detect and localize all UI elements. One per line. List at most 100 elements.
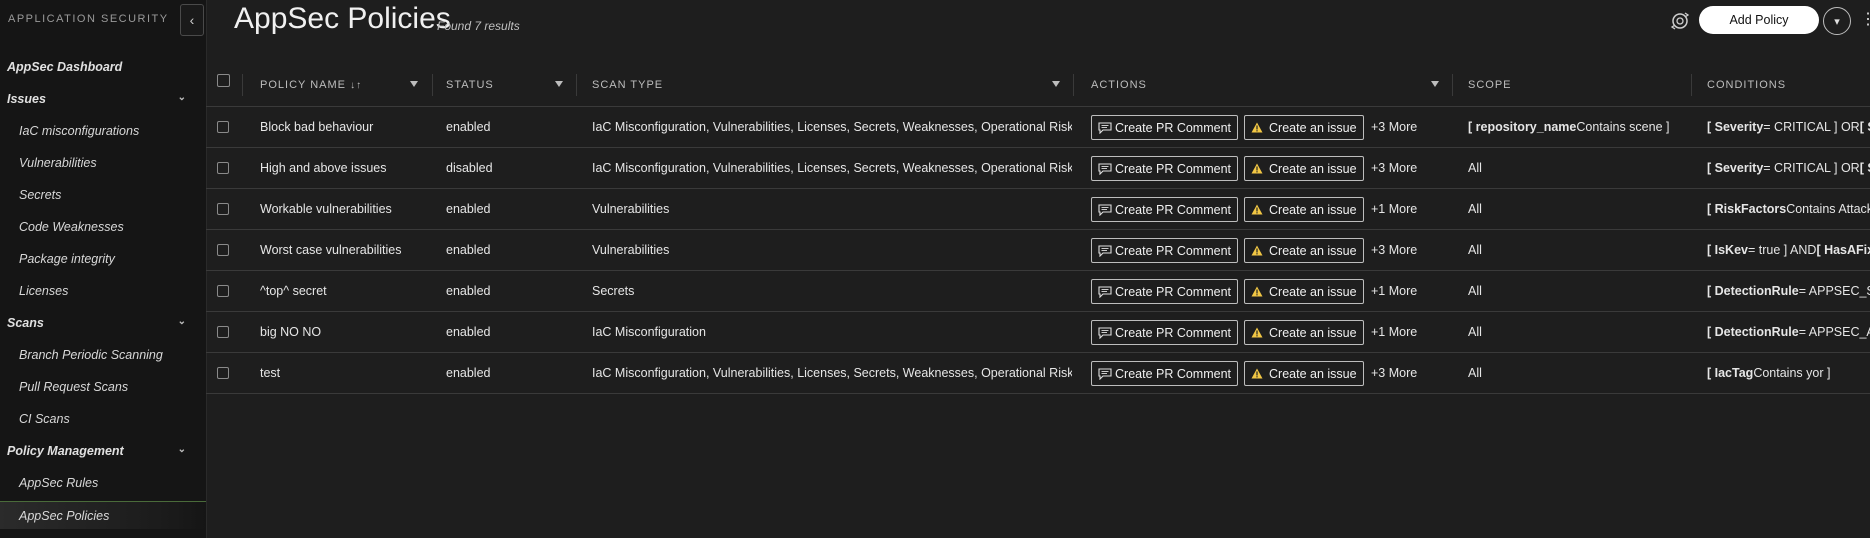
create-pr-comment-button[interactable]: Create PR Comment bbox=[1091, 115, 1239, 140]
sidebar-item-issues[interactable]: Issues ⌄ bbox=[0, 85, 206, 113]
create-pr-comment-button[interactable]: Create PR Comment bbox=[1091, 279, 1239, 304]
sidebar-item-scans[interactable]: Scans ⌄ bbox=[0, 309, 206, 337]
row-checkbox[interactable] bbox=[217, 121, 229, 133]
sidebar-item-vulnerabilities[interactable]: Vulnerabilities bbox=[0, 149, 206, 177]
sidebar-item-label: Package integrity bbox=[19, 252, 115, 266]
policy-scope: All bbox=[1468, 161, 1482, 175]
sidebar-item-code-weaknesses[interactable]: Code Weaknesses bbox=[0, 213, 206, 241]
create-issue-button[interactable]: Create an issue bbox=[1244, 238, 1364, 263]
more-actions-link[interactable]: +3 More bbox=[1371, 230, 1417, 270]
sort-icon[interactable]: ↓↑ bbox=[350, 80, 362, 91]
policy-scope: All bbox=[1468, 366, 1482, 380]
column-header-actions[interactable]: ACTIONS bbox=[1091, 64, 1147, 106]
table-row[interactable]: big NO NO enabled IaC Misconfiguration Crea… bbox=[206, 312, 1870, 353]
add-policy-dropdown-button[interactable]: ▾ bbox=[1823, 7, 1851, 35]
create-pr-comment-button[interactable]: Create PR Comment bbox=[1091, 361, 1239, 386]
more-options-icon[interactable]: ⋮ bbox=[1860, 9, 1870, 31]
sidebar-item-appsec-policies[interactable]: AppSec Policies bbox=[0, 501, 206, 529]
sidebar-title: APPLICATION SECURITY bbox=[8, 13, 169, 25]
sidebar-item-appsec-dashboard[interactable]: AppSec Dashboard bbox=[0, 53, 206, 81]
chevron-down-icon[interactable]: ⌄ bbox=[178, 92, 186, 103]
sidebar-item-label: Code Weaknesses bbox=[19, 220, 124, 234]
sidebar-item-appsec-rules[interactable]: AppSec Rules bbox=[0, 469, 206, 497]
policy-status: disabled bbox=[446, 161, 493, 175]
policy-name[interactable]: Workable vulnerabilities bbox=[260, 189, 440, 229]
more-actions-link[interactable]: +1 More bbox=[1371, 312, 1417, 352]
sidebar-item-policy-management[interactable]: Policy Management ⌄ bbox=[0, 437, 206, 465]
sidebar-item-branch-periodic-scanning[interactable]: Branch Periodic Scanning bbox=[0, 341, 206, 369]
column-header-scope[interactable]: SCOPE bbox=[1468, 64, 1512, 106]
policy-name[interactable]: High and above issues bbox=[260, 148, 440, 188]
table-row[interactable]: Block bad behaviour enabled IaC Misconfigu… bbox=[206, 107, 1870, 148]
more-actions-link[interactable]: +3 More bbox=[1371, 148, 1417, 188]
row-checkbox[interactable] bbox=[217, 162, 229, 174]
scan-type: Secrets bbox=[592, 284, 635, 298]
create-issue-button[interactable]: Create an issue bbox=[1244, 320, 1364, 345]
sidebar-item-label: Issues bbox=[7, 92, 46, 106]
table-header: POLICY NAME ↓↑ STATUS SCAN TYPE ACTIONS … bbox=[206, 64, 1870, 107]
sidebar-item-pull-request-scans[interactable]: Pull Request Scans bbox=[0, 373, 206, 401]
row-checkbox[interactable] bbox=[217, 244, 229, 256]
create-pr-comment-button[interactable]: Create PR Comment bbox=[1091, 197, 1239, 222]
create-pr-comment-button[interactable]: Create PR Comment bbox=[1091, 156, 1239, 181]
create-pr-comment-button[interactable]: Create PR Comment bbox=[1091, 238, 1239, 263]
column-header-policy-name[interactable]: POLICY NAME ↓↑ bbox=[260, 64, 362, 106]
create-pr-comment-button[interactable]: Create PR Comment bbox=[1091, 320, 1239, 345]
create-issue-button[interactable]: Create an issue bbox=[1244, 115, 1364, 140]
select-all-checkbox[interactable] bbox=[217, 74, 230, 87]
policy-conditions: [ DetectionRule = APPSEC_SEC bbox=[1707, 284, 1870, 298]
filter-icon[interactable] bbox=[1430, 79, 1440, 89]
filter-icon[interactable] bbox=[554, 79, 564, 89]
more-actions-link[interactable]: +3 More bbox=[1371, 107, 1417, 147]
more-actions-link[interactable]: +1 More bbox=[1371, 271, 1417, 311]
comment-icon bbox=[1098, 121, 1112, 134]
chevron-down-icon[interactable]: ⌄ bbox=[178, 444, 186, 455]
filter-icon[interactable] bbox=[1051, 79, 1061, 89]
policy-scope: All bbox=[1468, 284, 1482, 298]
table-row[interactable]: Workable vulnerabilities enabled Vulnerabi… bbox=[206, 189, 1870, 230]
table-row[interactable]: Worst case vulnerabilities enabled Vulnera… bbox=[206, 230, 1870, 271]
column-header-scan-type[interactable]: SCAN TYPE bbox=[592, 64, 663, 106]
policy-name[interactable]: big NO NO bbox=[260, 312, 440, 352]
create-issue-button[interactable]: Create an issue bbox=[1244, 279, 1364, 304]
sync-button[interactable] bbox=[1668, 9, 1692, 33]
add-policy-button[interactable]: Add Policy bbox=[1699, 6, 1819, 34]
row-checkbox[interactable] bbox=[217, 285, 229, 297]
table-row[interactable]: High and above issues disabled IaC Misconf… bbox=[206, 148, 1870, 189]
table-row[interactable]: ^top^ secret enabled Secrets Create PR Comm… bbox=[206, 271, 1870, 312]
sidebar-item-ci-scans[interactable]: CI Scans bbox=[0, 405, 206, 433]
comment-icon bbox=[1098, 326, 1112, 339]
create-issue-button[interactable]: Create an issue bbox=[1244, 156, 1364, 181]
policy-name[interactable]: ^top^ secret bbox=[260, 271, 440, 311]
column-header-status[interactable]: STATUS bbox=[446, 64, 494, 106]
sidebar-item-licenses[interactable]: Licenses bbox=[0, 277, 206, 305]
sidebar-item-label: Pull Request Scans bbox=[19, 380, 129, 394]
scan-type: IaC Misconfiguration, Vulnerabilities, L… bbox=[592, 161, 1072, 175]
policy-name[interactable]: test bbox=[260, 353, 440, 393]
sidebar-item-secrets[interactable]: Secrets bbox=[0, 181, 206, 209]
scan-type: IaC Misconfiguration bbox=[592, 325, 706, 339]
scan-type: IaC Misconfiguration, Vulnerabilities, L… bbox=[592, 120, 1072, 134]
policy-name[interactable]: Worst case vulnerabilities bbox=[260, 230, 440, 270]
sidebar-item-label: AppSec Dashboard bbox=[7, 60, 123, 74]
sidebar-item-package-integrity[interactable]: Package integrity bbox=[0, 245, 206, 273]
more-actions-link[interactable]: +1 More bbox=[1371, 189, 1417, 229]
collapse-sidebar-button[interactable]: ‹ bbox=[180, 4, 204, 36]
sidebar-item-label: Scans bbox=[7, 316, 44, 330]
chevron-down-icon[interactable]: ⌄ bbox=[178, 316, 186, 327]
row-checkbox[interactable] bbox=[217, 203, 229, 215]
row-checkbox[interactable] bbox=[217, 326, 229, 338]
create-issue-button[interactable]: Create an issue bbox=[1244, 197, 1364, 222]
policy-name[interactable]: Block bad behaviour bbox=[260, 107, 440, 147]
policy-status: enabled bbox=[446, 202, 491, 216]
policy-scope: All bbox=[1468, 243, 1482, 257]
results-count: Found 7 results bbox=[437, 19, 520, 33]
more-actions-link[interactable]: +3 More bbox=[1371, 353, 1417, 393]
sidebar-item-label: CI Scans bbox=[19, 412, 70, 426]
column-header-conditions[interactable]: CONDITIONS bbox=[1707, 64, 1786, 106]
filter-icon[interactable] bbox=[409, 79, 419, 89]
sidebar-item-iac-misconfigurations[interactable]: IaC misconfigurations bbox=[0, 117, 206, 145]
row-checkbox[interactable] bbox=[217, 367, 229, 379]
table-row[interactable]: test enabled IaC Misconfiguration, Vulnera… bbox=[206, 353, 1870, 394]
create-issue-button[interactable]: Create an issue bbox=[1244, 361, 1364, 386]
